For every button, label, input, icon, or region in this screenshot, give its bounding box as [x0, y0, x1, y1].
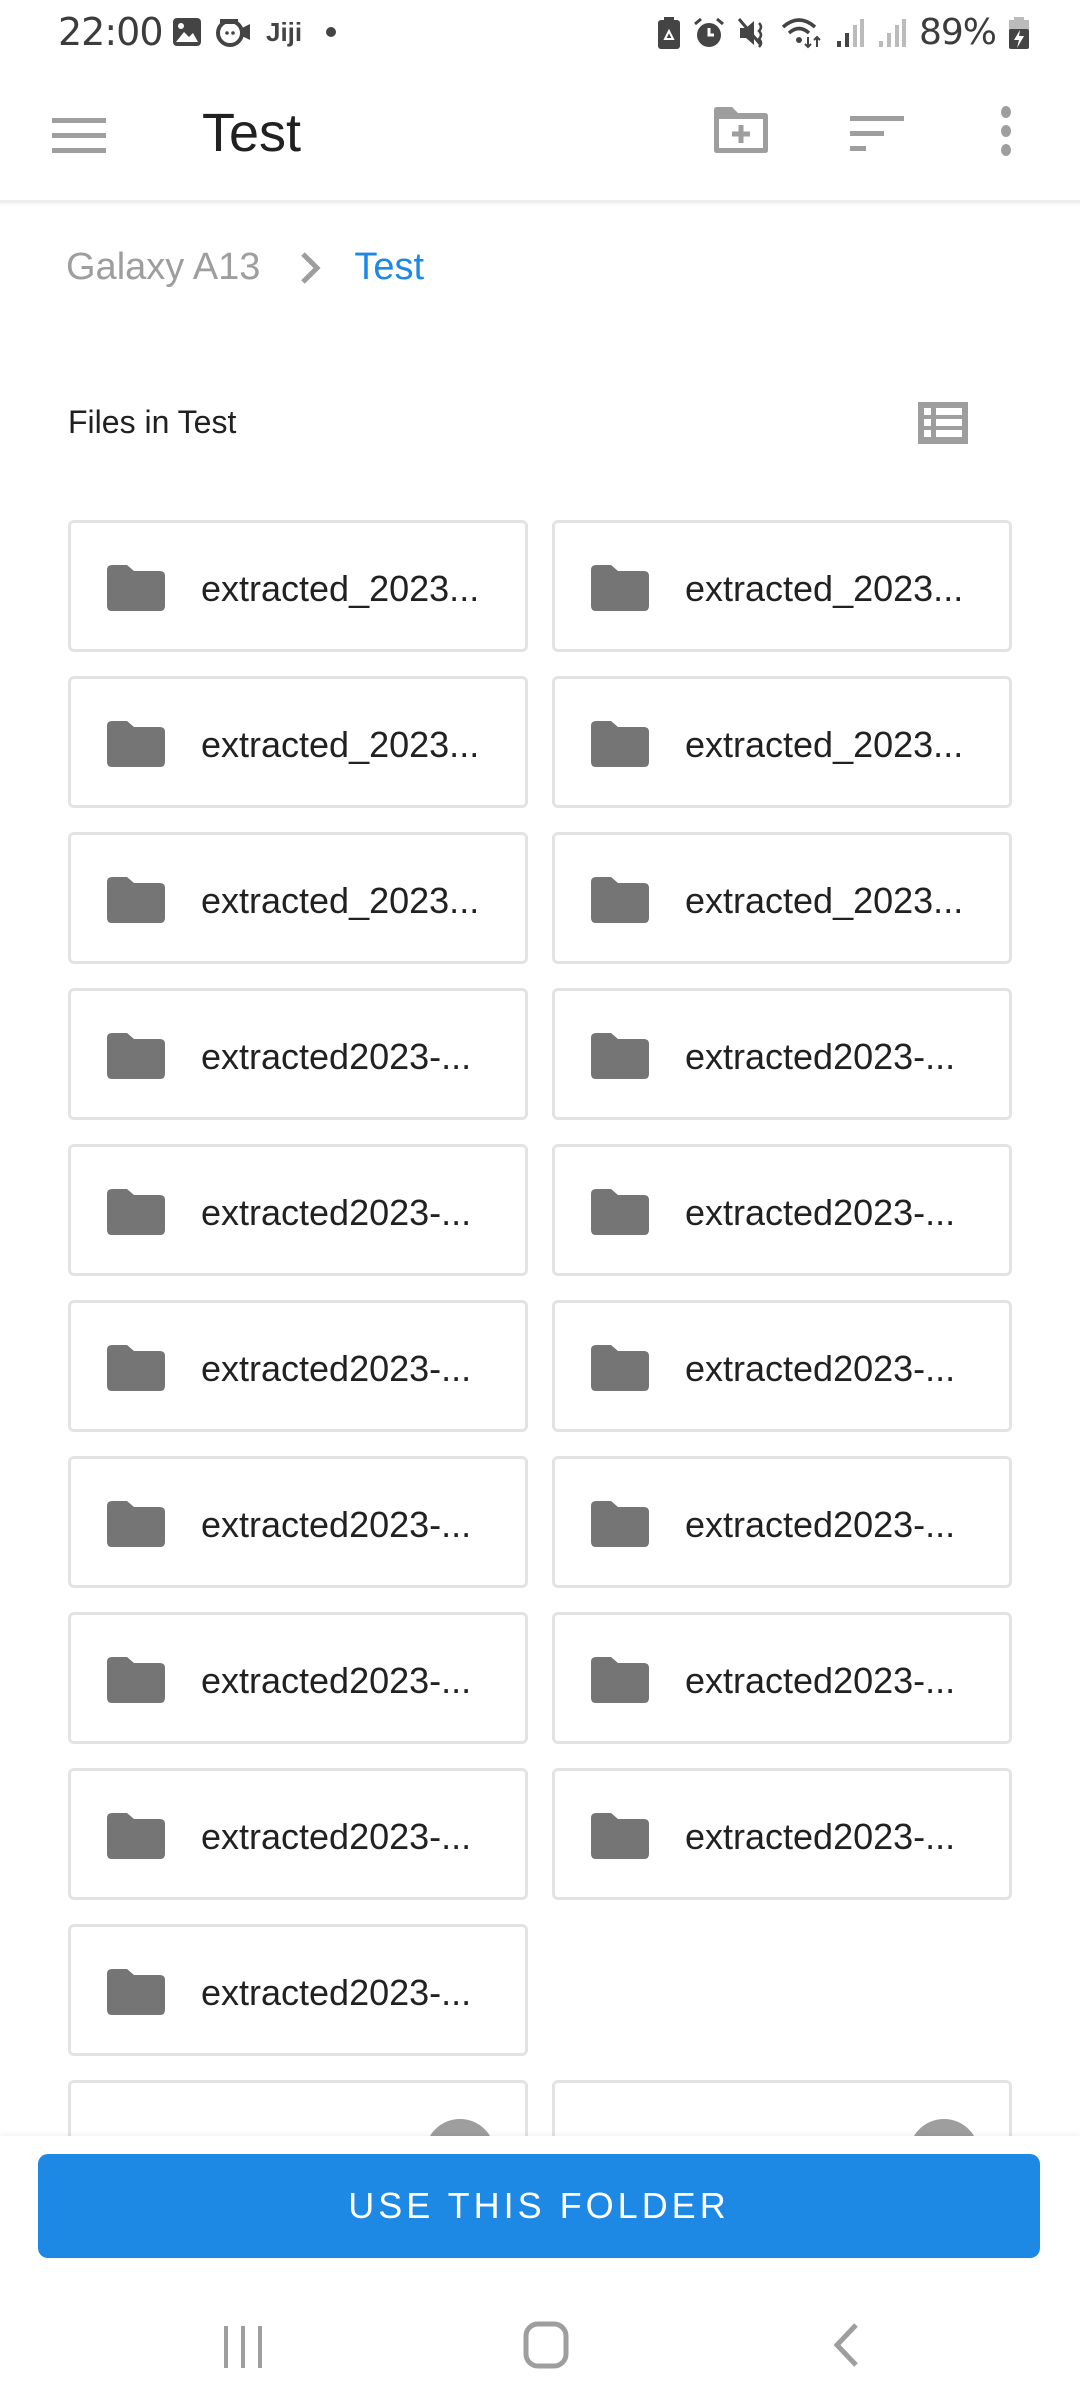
status-time: 22:00 [58, 10, 164, 54]
folder-name: extracted_2023... [685, 724, 964, 765]
recents-icon[interactable] [222, 2324, 264, 2370]
folder-icon [107, 1657, 165, 1703]
battery-percent: 89% [918, 12, 997, 53]
system-icons: 89% [657, 12, 1030, 53]
folder-name: extracted2023-... [685, 1504, 956, 1545]
folder-name: extracted_2023... [201, 724, 480, 765]
hamburger-icon[interactable] [52, 116, 106, 156]
folder-tile-15[interactable]: extracted2023-... [68, 1612, 528, 1744]
folder-icon [591, 1189, 649, 1235]
folder-tile-1[interactable]: extracted_2023... [68, 520, 528, 652]
more-vert-icon[interactable] [998, 106, 1014, 156]
folder-name: extracted2023-... [685, 1036, 956, 1077]
folder-icon [591, 1501, 649, 1547]
folder-grid: extracted_2023... extracted_2023... extr… [68, 520, 1012, 2212]
folder-tile-11[interactable]: extracted2023-... [68, 1300, 528, 1432]
section-title: Files in Test [68, 404, 237, 440]
folder-tile-18[interactable]: extracted2023-... [552, 1768, 1012, 1900]
use-this-folder-button[interactable]: USE THIS FOLDER [38, 2154, 1040, 2258]
app-bar: Test [0, 66, 1080, 203]
folder-icon [107, 877, 165, 923]
jiji-app-icon: Jiji [266, 16, 303, 47]
chevron-right-icon [301, 251, 321, 284]
folder-name: extracted2023-... [201, 1660, 472, 1701]
folder-icon [107, 721, 165, 767]
folder-icon [107, 1033, 165, 1079]
folder-icon [591, 1813, 649, 1859]
folder-icon [591, 877, 649, 923]
mute-icon [737, 17, 763, 48]
folder-name: extracted_2023... [201, 880, 480, 921]
list-view-icon[interactable] [918, 402, 968, 444]
new-folder-icon[interactable] [712, 106, 770, 154]
folder-tile-16[interactable]: extracted2023-... [552, 1612, 1012, 1744]
folder-name: extracted2023-... [201, 1504, 472, 1545]
sort-icon[interactable] [850, 114, 904, 152]
folder-tile-5[interactable]: extracted_2023... [68, 832, 528, 964]
folder-tile-2[interactable]: extracted_2023... [552, 520, 1012, 652]
status-bar: 22:00 Jiji 89% [0, 0, 1080, 66]
folder-tile-13[interactable]: extracted2023-... [68, 1456, 528, 1588]
battery-saver-icon [657, 16, 680, 49]
battery-charging-icon [1009, 16, 1029, 49]
folder-tile-19[interactable]: extracted2023-... [68, 1924, 528, 2056]
folder-name: extracted2023-... [201, 1348, 472, 1389]
breadcrumb: Galaxy A13 Test [66, 246, 424, 289]
folder-name: extracted2023-... [201, 1192, 472, 1233]
folder-tile-10[interactable]: extracted2023-... [552, 1144, 1012, 1276]
home-icon[interactable] [522, 2320, 570, 2370]
folder-name: extracted2023-... [685, 1192, 956, 1233]
folder-icon [107, 1813, 165, 1859]
folder-tile-7[interactable]: extracted2023-... [68, 988, 528, 1120]
folder-icon [591, 721, 649, 767]
folder-tile-9[interactable]: extracted2023-... [68, 1144, 528, 1276]
folder-icon [591, 1657, 649, 1703]
folder-tile-4[interactable]: extracted_2023... [552, 676, 1012, 808]
breadcrumb-current[interactable]: Test [354, 246, 424, 289]
signal-2-icon [878, 18, 906, 47]
folder-icon [107, 1501, 165, 1547]
back-icon[interactable] [832, 2322, 860, 2368]
folder-name: extracted2023-... [685, 1348, 956, 1389]
notification-icons: Jiji [172, 16, 337, 48]
folder-icon [107, 1189, 165, 1235]
alarm-icon [694, 17, 724, 47]
folder-tile-12[interactable]: extracted2023-... [552, 1300, 1012, 1432]
folder-tile-14[interactable]: extracted2023-... [552, 1456, 1012, 1588]
breadcrumb-root[interactable]: Galaxy A13 [66, 246, 260, 289]
folder-icon [107, 1345, 165, 1391]
folder-name: extracted_2023... [685, 568, 964, 609]
wifi-icon [781, 17, 821, 48]
folder-tile-6[interactable]: extracted_2023... [552, 832, 1012, 964]
signal-1-icon [836, 18, 864, 47]
folder-name: extracted2023-... [685, 1816, 956, 1857]
folder-tile-3[interactable]: extracted_2023... [68, 676, 528, 808]
folder-icon [591, 1345, 649, 1391]
folder-name: extracted_2023... [201, 568, 480, 609]
folder-icon [107, 565, 165, 611]
folder-name: extracted2023-... [685, 1660, 956, 1701]
folder-icon [591, 1033, 649, 1079]
folder-icon [107, 1969, 165, 2015]
folder-name: extracted2023-... [201, 1036, 472, 1077]
folder-tile-17[interactable]: extracted2023-... [68, 1768, 528, 1900]
gallery-icon [173, 18, 201, 46]
folder-name: extracted_2023... [685, 880, 964, 921]
video-face-icon [216, 19, 250, 47]
page-title: Test [202, 103, 302, 163]
folder-name: extracted2023-... [201, 1816, 472, 1857]
folder-icon [591, 565, 649, 611]
folder-tile-8[interactable]: extracted2023-... [552, 988, 1012, 1120]
system-nav-bar [0, 2290, 1080, 2408]
grid-spacer [552, 1924, 1012, 2056]
folder-name: extracted2023-... [201, 1972, 472, 2013]
notification-dot-icon [326, 27, 337, 37]
